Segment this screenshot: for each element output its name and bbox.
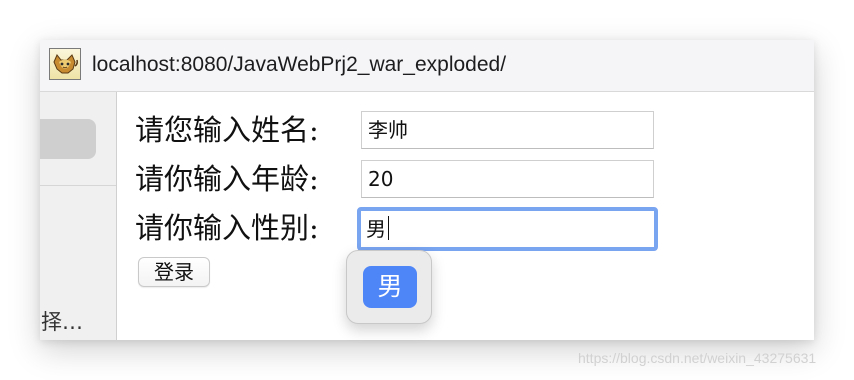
sidebar-divider <box>40 185 116 186</box>
text-caret <box>388 216 389 240</box>
address-bar[interactable]: localhost:8080/JavaWebPrj2_war_exploded/ <box>40 40 814 92</box>
ime-candidate[interactable]: 男 <box>363 266 417 308</box>
page-content: 请您输入姓名: 李帅 请你输入年龄: 20 请你输入性别: 男 登录 <box>117 92 814 340</box>
gender-input[interactable]: 男 <box>357 207 658 251</box>
gender-label: 请你输入性别: <box>135 211 319 245</box>
ime-candidate-popup: 男 <box>346 250 432 324</box>
watermark: https://blog.csdn.net/weixin_43275631 <box>578 350 817 366</box>
age-label: 请你输入年龄: <box>135 162 319 196</box>
name-label: 请您输入姓名: <box>135 113 319 147</box>
left-sidebar: 择… <box>40 92 117 340</box>
name-input[interactable]: 李帅 <box>361 111 654 149</box>
url-text[interactable]: localhost:8080/JavaWebPrj2_war_exploded/ <box>92 52 506 78</box>
gender-input-value: 男 <box>366 217 386 241</box>
tomcat-cat-icon <box>49 48 81 80</box>
login-button[interactable]: 登录 <box>138 257 210 287</box>
sidebar-item-label[interactable]: 择… <box>41 306 83 336</box>
age-input[interactable]: 20 <box>361 160 654 198</box>
sidebar-selected-pill[interactable] <box>40 119 96 159</box>
